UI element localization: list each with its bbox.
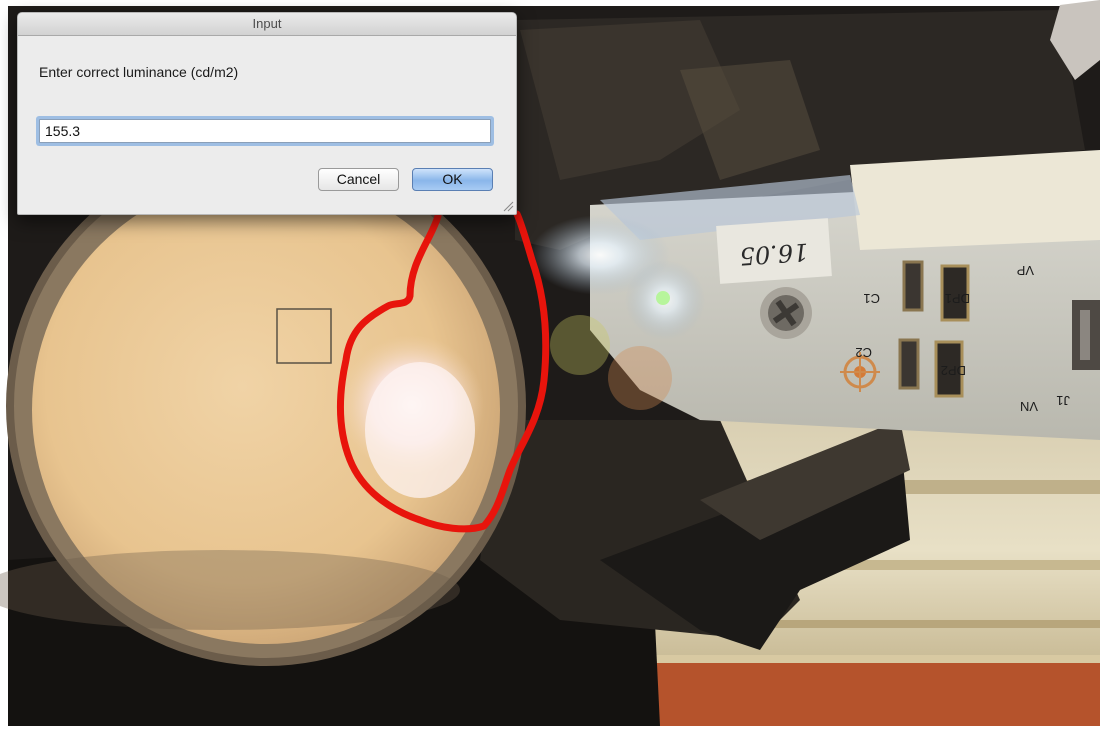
luminance-input[interactable]: [39, 119, 491, 143]
cancel-button[interactable]: Cancel: [318, 168, 399, 191]
pcb-label-vp: VP: [1017, 263, 1034, 278]
pcb-label-dp2: DP2: [941, 363, 966, 378]
dialog-prompt: Enter correct luminance (cd/m2): [39, 64, 239, 80]
resize-grip-icon[interactable]: [502, 200, 514, 212]
pcb-label-c2: C2: [855, 345, 872, 360]
pcb-label-c1: C1: [863, 291, 880, 306]
pcb-label-j1: J1: [1056, 393, 1070, 408]
pcb-label-dp1: DP1: [945, 291, 970, 306]
ok-button[interactable]: OK: [412, 168, 493, 191]
dialog-title: Input: [18, 13, 516, 36]
pcb-handwritten-date: 16.05: [739, 237, 810, 270]
screenshot-stage: C1 DP1 VP C2 DP2 VN J1 16.05 Input Enter…: [0, 0, 1100, 731]
pcb-label-vn: VN: [1020, 399, 1038, 414]
input-dialog: Input Enter correct luminance (cd/m2) Ca…: [17, 12, 517, 215]
